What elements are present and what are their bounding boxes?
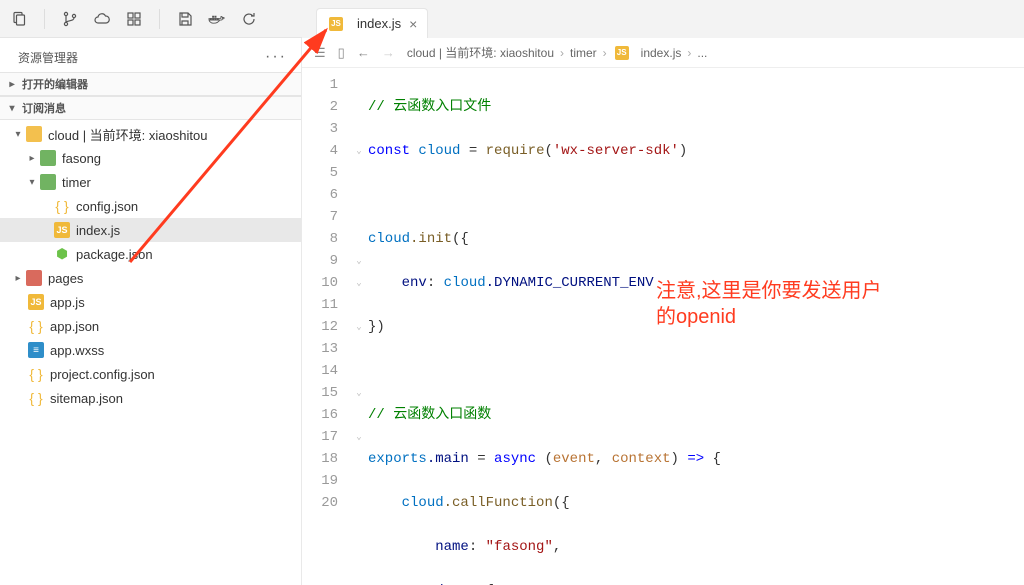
chevron-down-icon: ▾ bbox=[12, 129, 24, 140]
editor-tabs: JS index.js × bbox=[302, 0, 1024, 38]
bookmark-icon[interactable]: ▯ bbox=[338, 45, 345, 61]
chevron-right-icon: ▸ bbox=[12, 273, 24, 284]
tree-label: sitemap.json bbox=[50, 391, 123, 406]
tree-label: pages bbox=[48, 271, 83, 286]
folder-icon bbox=[26, 126, 42, 142]
chevron-right-icon: › bbox=[603, 46, 607, 60]
tab-label: index.js bbox=[357, 16, 401, 31]
section-project[interactable]: ▾ 订阅消息 bbox=[0, 96, 301, 120]
toolbar-separator bbox=[44, 9, 45, 29]
js-file-icon: JS bbox=[329, 17, 343, 31]
chevron-right-icon: › bbox=[687, 46, 691, 60]
line-number-gutter: 1234567891011121314151617181920 bbox=[302, 68, 350, 585]
code-body[interactable]: // 云函数入口文件 const cloud = require('wx-ser… bbox=[368, 68, 1024, 585]
json-file-icon: { } bbox=[54, 198, 70, 214]
toolbar-separator bbox=[159, 9, 160, 29]
tree-label: app.json bbox=[50, 319, 99, 334]
editor-subbar: ☰ ▯ ← → cloud | 当前环境: xiaoshitou › timer… bbox=[302, 38, 1024, 68]
chevron-right-icon: ▸ bbox=[26, 153, 38, 164]
grid-icon[interactable] bbox=[125, 10, 143, 28]
tree-folder-timer[interactable]: ▾ timer bbox=[0, 170, 301, 194]
fold-icon[interactable]: ⌄ bbox=[350, 382, 368, 404]
tree-file-sitemap[interactable]: { } sitemap.json bbox=[0, 386, 301, 410]
breadcrumb-part[interactable]: cloud | 当前环境: xiaoshitou bbox=[407, 44, 554, 61]
breadcrumb-part[interactable]: timer bbox=[570, 46, 597, 60]
sidebar-header: 资源管理器 ··· bbox=[0, 38, 301, 72]
top-toolbar: JS index.js × bbox=[0, 0, 1024, 38]
tree-label: fasong bbox=[62, 151, 101, 166]
json-file-icon: { } bbox=[28, 390, 44, 406]
chevron-down-icon: ▾ bbox=[26, 177, 38, 188]
js-file-icon: JS bbox=[615, 46, 629, 60]
sidebar: 资源管理器 ··· ▸ 打开的编辑器 ▾ 订阅消息 ▾ cloud | 当前环境… bbox=[0, 38, 302, 585]
tree-label: cloud | 当前环境: xiaoshitou bbox=[48, 125, 207, 144]
section-label: 打开的编辑器 bbox=[22, 76, 88, 92]
section-open-editors[interactable]: ▸ 打开的编辑器 bbox=[0, 72, 301, 96]
js-file-icon: JS bbox=[28, 294, 44, 310]
fold-gutter: ⌄ ⌄ ⌄ ⌄ ⌄ ⌄ bbox=[350, 68, 368, 585]
code-editor[interactable]: 1234567891011121314151617181920 ⌄ ⌄ ⌄ ⌄ … bbox=[302, 68, 1024, 585]
js-file-icon: JS bbox=[54, 222, 70, 238]
tree-file-app-js[interactable]: JS app.js bbox=[0, 290, 301, 314]
tree-label: package.json bbox=[76, 247, 153, 262]
tree-label: project.config.json bbox=[50, 367, 155, 382]
tree-label: app.wxss bbox=[50, 343, 104, 358]
tab-index-js[interactable]: JS index.js × bbox=[316, 8, 428, 38]
tree-file-app-wxss[interactable]: ≡ app.wxss bbox=[0, 338, 301, 362]
breadcrumb-more[interactable]: ... bbox=[697, 46, 707, 60]
breadcrumb[interactable]: cloud | 当前环境: xiaoshitou › timer › JS in… bbox=[407, 44, 708, 61]
close-icon[interactable]: × bbox=[409, 16, 417, 32]
chevron-right-icon: ▸ bbox=[6, 79, 18, 90]
fold-icon[interactable]: ⌄ bbox=[350, 250, 368, 272]
files-icon[interactable] bbox=[10, 10, 28, 28]
folder-icon bbox=[40, 174, 56, 190]
refresh-icon[interactable] bbox=[240, 10, 258, 28]
tree-label: timer bbox=[62, 175, 91, 190]
tree-folder-fasong[interactable]: ▸ fasong bbox=[0, 146, 301, 170]
tree-folder-cloud[interactable]: ▾ cloud | 当前环境: xiaoshitou bbox=[0, 122, 301, 146]
json-file-icon: { } bbox=[28, 318, 44, 334]
outline-icon[interactable]: ☰ bbox=[314, 45, 326, 61]
folder-icon bbox=[26, 270, 42, 286]
tree-file-app-json[interactable]: { } app.json bbox=[0, 314, 301, 338]
wxss-file-icon: ≡ bbox=[28, 342, 44, 358]
nav-back-icon[interactable]: ← bbox=[357, 45, 370, 60]
section-label: 订阅消息 bbox=[22, 100, 66, 116]
sidebar-title: 资源管理器 bbox=[18, 49, 78, 66]
tree-file-project-config[interactable]: { } project.config.json bbox=[0, 362, 301, 386]
nav-forward-icon[interactable]: → bbox=[382, 45, 395, 60]
fold-icon[interactable]: ⌄ bbox=[350, 140, 368, 162]
more-icon[interactable]: ··· bbox=[265, 48, 287, 66]
tree-file-config-json[interactable]: { } config.json bbox=[0, 194, 301, 218]
branch-icon[interactable] bbox=[61, 10, 79, 28]
fold-icon[interactable]: ⌄ bbox=[350, 272, 368, 294]
chevron-down-icon: ▾ bbox=[6, 103, 18, 114]
tree-file-package-json[interactable]: ⬢ package.json bbox=[0, 242, 301, 266]
tree-file-index-js[interactable]: JS index.js bbox=[0, 218, 301, 242]
editor-pane: ☰ ▯ ← → cloud | 当前环境: xiaoshitou › timer… bbox=[302, 38, 1024, 585]
folder-icon bbox=[40, 150, 56, 166]
tree-label: index.js bbox=[76, 223, 120, 238]
tree-folder-pages[interactable]: ▸ pages bbox=[0, 266, 301, 290]
chevron-right-icon: › bbox=[560, 46, 564, 60]
file-tree: ▾ cloud | 当前环境: xiaoshitou ▸ fasong ▾ ti… bbox=[0, 120, 301, 585]
save-icon[interactable] bbox=[176, 10, 194, 28]
node-file-icon: ⬢ bbox=[54, 246, 70, 262]
json-file-icon: { } bbox=[28, 366, 44, 382]
tree-label: app.js bbox=[50, 295, 85, 310]
docker-icon[interactable] bbox=[208, 10, 226, 28]
tree-label: config.json bbox=[76, 199, 138, 214]
breadcrumb-part[interactable]: index.js bbox=[641, 46, 682, 60]
fold-icon[interactable]: ⌄ bbox=[350, 316, 368, 338]
fold-icon[interactable]: ⌄ bbox=[350, 426, 368, 448]
cloud-icon[interactable] bbox=[93, 10, 111, 28]
